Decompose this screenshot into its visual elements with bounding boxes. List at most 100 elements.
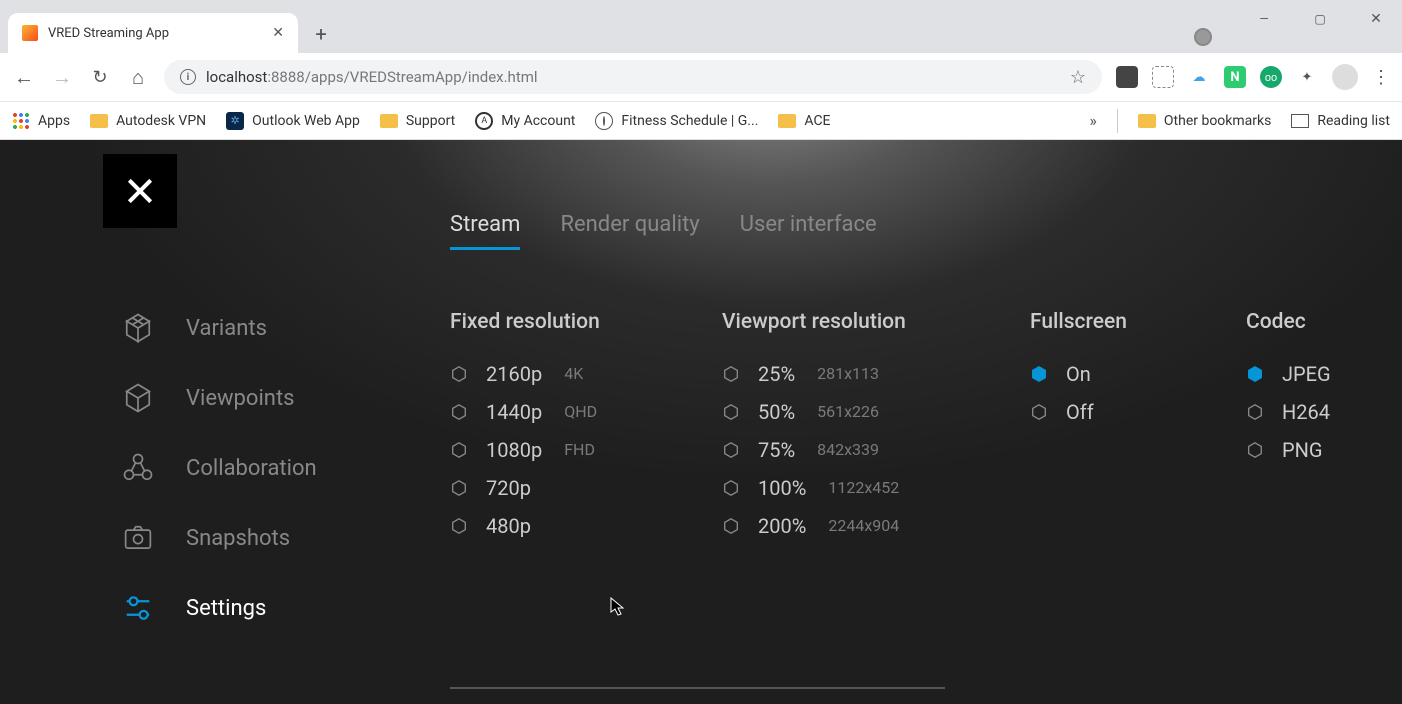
browser-tab[interactable]: VRED Streaming App ✕ xyxy=(8,13,298,53)
address-bar[interactable]: i localhost:8888/apps/VREDStreamApp/inde… xyxy=(164,60,1102,94)
option-label: 100% xyxy=(758,474,806,502)
fixed-resolution-option[interactable]: 480p xyxy=(450,512,600,540)
option-sublabel: 561x226 xyxy=(817,401,879,423)
radio-hex-icon xyxy=(1030,403,1048,421)
viewport-resolution-option[interactable]: 100% 1122x452 xyxy=(722,474,906,502)
option-label: 2160p xyxy=(486,360,542,388)
back-button[interactable] xyxy=(12,65,36,89)
radio-hex-icon xyxy=(450,517,468,535)
bookmark-apps[interactable]: Apps xyxy=(12,112,70,130)
reading-list-button[interactable]: Reading list xyxy=(1291,113,1390,129)
radio-hex-icon xyxy=(722,365,740,383)
tab-render-quality[interactable]: Render quality xyxy=(560,212,699,250)
sidebar-item-label: Variants xyxy=(186,316,267,341)
stream-settings-grid: Fixed resolution 2160p4K1440pQHD1080pFHD… xyxy=(450,310,1342,674)
new-tab-button[interactable]: + xyxy=(306,19,336,49)
radio-hex-icon xyxy=(450,441,468,459)
profile-avatar-icon[interactable] xyxy=(1332,64,1358,90)
sidebar-item-variants[interactable]: Variants xyxy=(120,310,317,346)
option-label: 1080p xyxy=(486,436,542,464)
codec-option[interactable]: PNG xyxy=(1246,436,1331,464)
settings-tabs: Stream Render quality User interface xyxy=(450,212,877,250)
extensions-row: ☁ N ᴏᴏ ✦ ⋮ xyxy=(1116,64,1390,90)
profile-status-icon[interactable] xyxy=(1194,28,1212,46)
sidebar-item-settings[interactable]: Settings xyxy=(120,590,317,626)
bookmark-outlook[interactable]: ✲Outlook Web App xyxy=(226,112,360,130)
bookmark-ace[interactable]: ACE xyxy=(778,113,830,129)
radio-hex-icon xyxy=(450,479,468,497)
viewport-resolution-option[interactable]: 75%842x339 xyxy=(722,436,906,464)
fixed-resolution-option[interactable]: 1080pFHD xyxy=(450,436,600,464)
extension-icon-1[interactable] xyxy=(1116,66,1138,88)
bookmarks-overflow-icon[interactable]: » xyxy=(1089,111,1097,130)
radio-hex-icon xyxy=(722,441,740,459)
viewport-resolution-option[interactable]: 200%2244x904 xyxy=(722,512,906,540)
fixed-resolution-group: Fixed resolution 2160p4K1440pQHD1080pFHD… xyxy=(450,310,600,550)
extensions-menu-icon[interactable]: ✦ xyxy=(1296,66,1318,88)
browser-toolbar: i localhost:8888/apps/VREDStreamApp/inde… xyxy=(0,53,1402,102)
window-close-icon[interactable] xyxy=(1362,8,1390,27)
bookmark-autodesk-vpn[interactable]: Autodesk VPN xyxy=(90,113,206,129)
option-sublabel: 842x339 xyxy=(817,439,879,461)
extension-icon-2[interactable] xyxy=(1152,66,1174,88)
window-maximize-icon[interactable] xyxy=(1306,8,1334,27)
option-sublabel: QHD xyxy=(564,401,597,423)
viewport-resolution-option[interactable]: 25%281x113 xyxy=(722,360,906,388)
option-label: 480p xyxy=(486,512,531,540)
fixed-resolution-option[interactable]: 1440p QHD xyxy=(450,398,600,426)
option-sublabel: 281x113 xyxy=(817,363,879,385)
app-viewport: Stream Render quality User interface Var… xyxy=(0,140,1402,704)
bookmark-other-folder[interactable]: Other bookmarks xyxy=(1138,113,1271,129)
bookmark-fitness[interactable]: Fitness Schedule | G... xyxy=(595,112,758,130)
sidebar-item-viewpoints[interactable]: Viewpoints xyxy=(120,380,317,416)
sidebar-item-label: Settings xyxy=(186,596,266,621)
close-panel-button[interactable] xyxy=(103,154,177,228)
sidebar-item-snapshots[interactable]: Snapshots xyxy=(120,520,317,556)
tab-stream[interactable]: Stream xyxy=(450,212,520,250)
radio-hex-icon xyxy=(1246,403,1264,421)
codec-group: Codec JPEG H264 PNG xyxy=(1246,310,1331,474)
tab-close-icon[interactable]: ✕ xyxy=(272,25,284,41)
bookmark-support[interactable]: Support xyxy=(380,113,455,129)
radio-hex-icon xyxy=(722,403,740,421)
sidebar-item-collaboration[interactable]: Collaboration xyxy=(120,450,317,486)
site-info-icon[interactable]: i xyxy=(180,69,196,85)
group-heading: Codec xyxy=(1246,310,1331,334)
bookmark-my-account[interactable]: AMy Account xyxy=(475,112,575,130)
extension-icon-n[interactable]: N xyxy=(1224,66,1246,88)
browser-menu-icon[interactable]: ⋮ xyxy=(1372,67,1390,88)
tab-user-interface[interactable]: User interface xyxy=(740,212,877,250)
bookmark-star-icon[interactable]: ☆ xyxy=(1070,67,1086,88)
option-label: 1440p xyxy=(486,398,542,426)
option-sublabel: 2244x904 xyxy=(828,515,899,537)
fixed-resolution-option[interactable]: 2160p4K xyxy=(450,360,600,388)
extension-icon-cloud[interactable]: ☁ xyxy=(1188,66,1210,88)
browser-tabstrip: VRED Streaming App ✕ + xyxy=(0,0,1402,53)
fullscreen-option[interactable]: On xyxy=(1030,360,1127,388)
window-minimize-icon[interactable] xyxy=(1250,8,1278,27)
extension-icon-owl[interactable]: ᴏᴏ xyxy=(1260,66,1282,88)
reload-button[interactable] xyxy=(88,65,112,89)
option-sublabel: 1122x452 xyxy=(828,477,899,499)
outlook-icon: ✲ xyxy=(226,112,244,130)
sidebar-item-label: Collaboration xyxy=(186,456,317,481)
account-icon: A xyxy=(475,112,493,130)
reading-list-icon xyxy=(1291,114,1309,128)
apps-icon xyxy=(12,112,30,130)
viewpoints-icon xyxy=(120,380,156,416)
fullscreen-option[interactable]: Off xyxy=(1030,398,1127,426)
codec-option[interactable]: H264 xyxy=(1246,398,1331,426)
forward-button[interactable] xyxy=(50,65,74,89)
home-button[interactable] xyxy=(126,65,150,89)
viewport-resolution-option[interactable]: 50%561x226 xyxy=(722,398,906,426)
snapshots-icon xyxy=(120,520,156,556)
tab-favicon xyxy=(22,25,38,41)
url-path: /apps/VREDStreamApp/index.html xyxy=(305,68,538,86)
option-label: Off xyxy=(1066,398,1094,426)
radio-hex-icon xyxy=(1246,365,1264,383)
collaboration-icon xyxy=(120,450,156,486)
group-heading: Fullscreen xyxy=(1030,310,1127,334)
fixed-resolution-option[interactable]: 720p xyxy=(450,474,600,502)
codec-option[interactable]: JPEG xyxy=(1246,360,1331,388)
sidebar-item-label: Snapshots xyxy=(186,526,290,551)
